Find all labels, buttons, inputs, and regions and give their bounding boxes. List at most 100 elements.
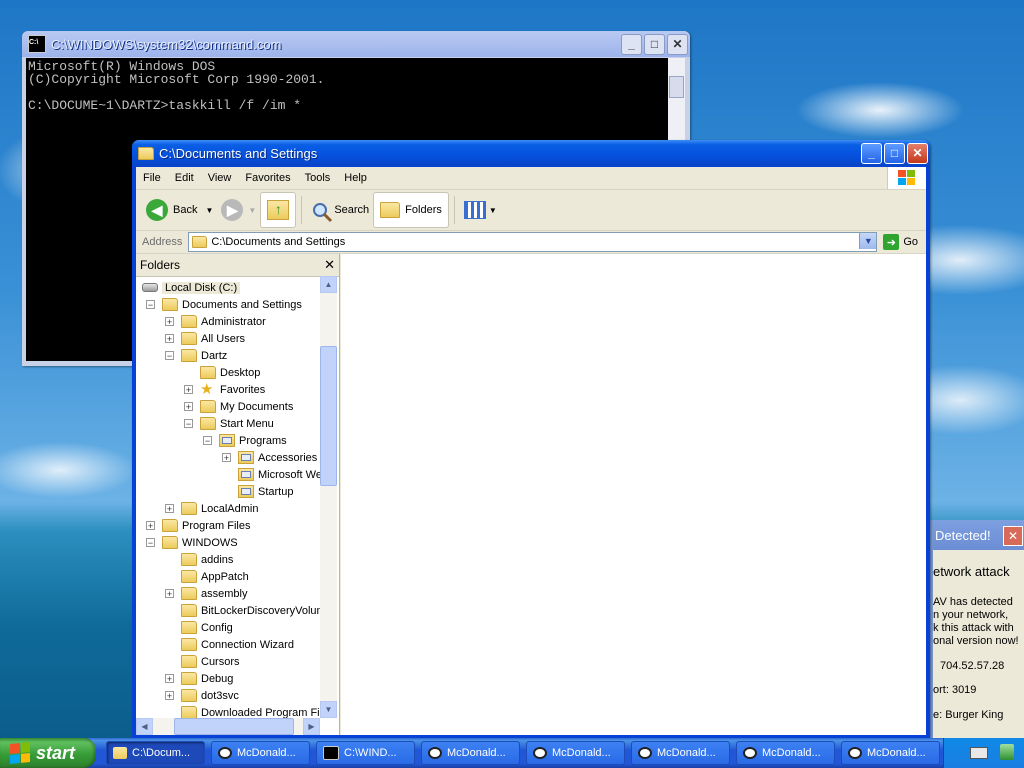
back-dropdown-icon[interactable]: ▼ [205, 206, 213, 215]
explorer-titlebar[interactable]: C:\Documents and Settings _ □ ✕ [132, 140, 930, 166]
taskbar-button[interactable]: McDonald... [841, 741, 940, 765]
tree-item[interactable]: − Programs [203, 432, 287, 449]
alert-link[interactable]: onal version now! [933, 635, 1019, 647]
cmd-scroll-thumb[interactable] [669, 76, 684, 98]
tree-item[interactable]: + My Documents [184, 398, 293, 415]
taskbar-button[interactable]: McDonald... [631, 741, 730, 765]
folders-button[interactable]: Folders [373, 192, 449, 228]
menu-help[interactable]: Help [337, 172, 374, 184]
tree-item[interactable]: − Start Menu [184, 415, 274, 432]
system-tray [943, 738, 1024, 768]
collapse-icon[interactable]: − [203, 436, 212, 446]
tree-item-label: Start Menu [220, 417, 274, 430]
scroll-right-icon[interactable]: ▶ [303, 718, 320, 735]
explorer-window[interactable]: C:\Documents and Settings _ □ ✕ File Edi… [132, 140, 930, 738]
forward-dropdown-icon[interactable]: ▼ [248, 206, 256, 215]
tree-item[interactable]: + Administrator [165, 313, 266, 330]
alert-text: AV has detected [933, 596, 1013, 608]
menu-view[interactable]: View [201, 172, 239, 184]
expand-icon[interactable]: + [165, 589, 174, 599]
tree-item[interactable]: + ★ Favorites [184, 381, 265, 398]
tree-item[interactable]: Local Disk (C:) [142, 279, 241, 296]
views-button[interactable]: ▼ [460, 193, 501, 227]
views-dropdown-icon[interactable]: ▼ [489, 206, 497, 215]
tree-item[interactable]: AppPatch [165, 568, 249, 585]
tree-item[interactable]: addins [165, 551, 233, 568]
tree-item[interactable]: Downloaded Program File [165, 704, 320, 718]
alert-ip: 704.52.57.28 [940, 660, 1005, 672]
taskbar-button[interactable]: McDonald... [211, 741, 310, 765]
back-arrow-icon: ◀ [146, 199, 168, 221]
scroll-down-icon[interactable]: ▼ [320, 701, 337, 718]
collapse-icon[interactable]: − [146, 300, 155, 310]
maximize-button[interactable]: □ [884, 142, 905, 164]
tree-item[interactable]: + LocalAdmin [165, 500, 258, 517]
tree-scroll-thumb[interactable] [320, 346, 337, 486]
expand-icon[interactable]: + [165, 504, 174, 514]
file-list-pane[interactable] [341, 254, 926, 735]
tree-item[interactable]: − Documents and Settings [146, 296, 302, 313]
up-folder-button[interactable]: ↑ [260, 192, 297, 228]
cmd-titlebar[interactable]: C:\ C:\WINDOWS\system32\command.com _ □ … [22, 31, 690, 57]
tree-item[interactable]: + Program Files [146, 517, 250, 534]
collapse-icon[interactable]: − [146, 538, 155, 548]
expand-icon[interactable]: + [184, 385, 193, 395]
expand-icon[interactable]: + [184, 402, 193, 412]
tree-item[interactable]: + All Users [165, 330, 245, 347]
go-button[interactable]: ➜ Go [877, 234, 926, 250]
network-icon[interactable] [1000, 744, 1014, 760]
maximize-button[interactable]: □ [644, 33, 665, 55]
collapse-icon[interactable]: − [165, 351, 174, 361]
back-button[interactable]: ◀ Back ▼ [142, 193, 217, 227]
tree-item[interactable]: − WINDOWS [146, 534, 238, 551]
address-value: C:\Documents and Settings [211, 236, 346, 248]
network-attack-alert-window[interactable]: Detected! ✕ etwork attack AV has detecte… [930, 520, 1024, 738]
tree-item[interactable]: + Debug [165, 670, 233, 687]
tree-item[interactable]: + assembly [165, 585, 247, 602]
tree-item[interactable]: Startup [222, 483, 293, 500]
address-dropdown-icon[interactable]: ▼ [859, 233, 877, 249]
tree-hscroll-thumb[interactable] [174, 718, 294, 735]
start-button[interactable]: start [0, 738, 96, 768]
tree-item[interactable]: Microsoft We [222, 466, 320, 483]
close-button[interactable]: ✕ [667, 33, 688, 55]
menu-tools[interactable]: Tools [298, 172, 338, 184]
close-icon[interactable]: ✕ [324, 257, 335, 273]
forward-button[interactable]: ▶ ▼ [217, 193, 260, 227]
tree-item[interactable]: + dot3svc [165, 687, 239, 704]
tree-vertical-scrollbar[interactable]: ▲ ▼ [320, 276, 337, 718]
tree-item[interactable]: + Accessories [222, 449, 317, 466]
minimize-button[interactable]: _ [861, 142, 882, 164]
search-button[interactable]: Search [307, 193, 373, 227]
tree-item[interactable]: Connection Wizard [165, 636, 294, 653]
scroll-up-icon[interactable]: ▲ [320, 276, 337, 293]
tree-item[interactable]: Desktop [184, 364, 260, 381]
address-input[interactable]: C:\Documents and Settings ▼ [188, 232, 878, 252]
expand-icon[interactable]: + [165, 334, 174, 344]
minimize-button[interactable]: _ [621, 33, 642, 55]
menu-edit[interactable]: Edit [168, 172, 201, 184]
expand-icon[interactable]: + [165, 691, 174, 701]
alert-close-button[interactable]: ✕ [1003, 526, 1023, 546]
folder-tree[interactable]: Local Disk (C:) − Documents and Settings + A… [136, 276, 320, 718]
collapse-icon[interactable]: − [184, 419, 193, 429]
taskbar-button[interactable]: McDonald... [736, 741, 835, 765]
expand-icon[interactable]: + [165, 317, 174, 327]
expand-icon[interactable]: + [165, 674, 174, 684]
expand-icon[interactable]: + [146, 521, 155, 531]
tree-horizontal-scrollbar[interactable]: ◀ ▶ [136, 718, 320, 735]
tree-item[interactable]: − Dartz [165, 347, 227, 364]
close-button[interactable]: ✕ [907, 142, 928, 164]
tree-item[interactable]: Config [165, 619, 233, 636]
tree-item[interactable]: BitLockerDiscoveryVolum [165, 602, 320, 619]
expand-icon[interactable]: + [222, 453, 231, 463]
keyboard-icon[interactable] [970, 747, 988, 759]
taskbar-button[interactable]: McDonald... [526, 741, 625, 765]
menu-file[interactable]: File [136, 172, 168, 184]
scroll-left-icon[interactable]: ◀ [136, 718, 153, 735]
taskbar-button[interactable]: C:\Docum... [106, 741, 205, 765]
menu-favorites[interactable]: Favorites [238, 172, 297, 184]
taskbar-button[interactable]: McDonald... [421, 741, 520, 765]
tree-item[interactable]: Cursors [165, 653, 240, 670]
taskbar-button[interactable]: C:\WIND... [316, 741, 415, 765]
